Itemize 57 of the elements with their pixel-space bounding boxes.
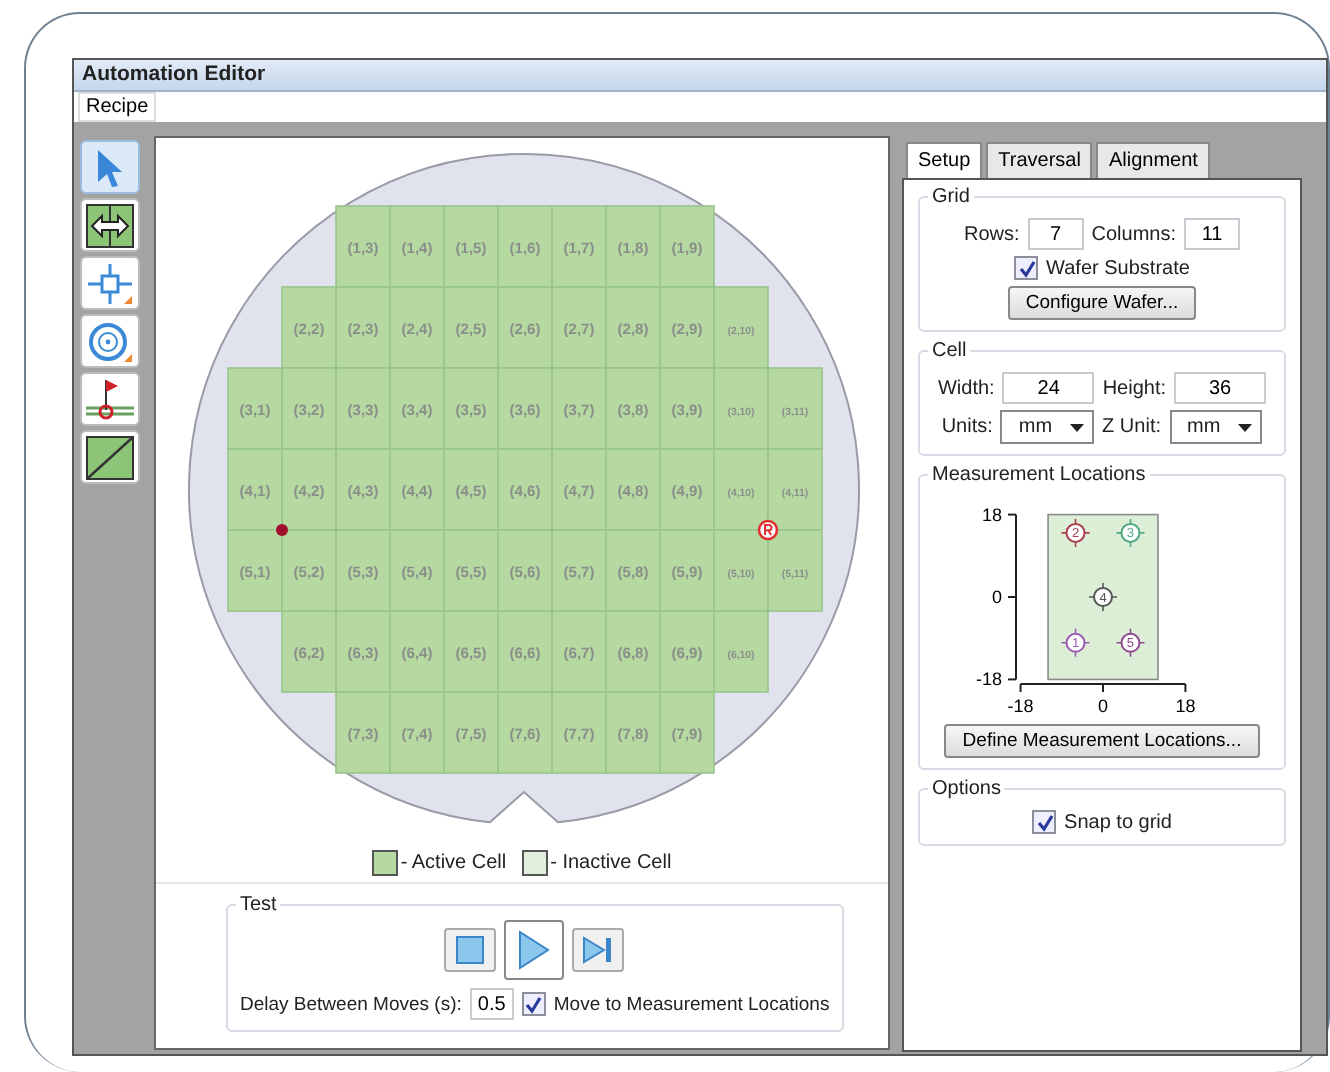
group-title: Options: [930, 778, 1003, 800]
axis-tick-label: -18: [975, 669, 1002, 690]
delay-label: Delay Between Moves (s):: [240, 993, 462, 1015]
z-unit-label: Z Unit:: [1102, 416, 1161, 438]
units-dropdown[interactable]: mm: [1000, 410, 1095, 444]
crosshair-icon: [86, 261, 134, 305]
play-icon: [518, 930, 551, 970]
delay-field[interactable]: 0.5: [469, 988, 514, 1020]
diagonal-icon: [86, 435, 134, 479]
checkbox[interactable]: [1014, 256, 1039, 280]
playback-button[interactable]: [572, 928, 625, 972]
columns-field[interactable]: 11: [1184, 218, 1241, 250]
z-unit-dropdown[interactable]: mm: [1169, 410, 1263, 444]
window-title: Automation Editor: [82, 62, 266, 86]
checkbox-label: Wafer Substrate: [1046, 257, 1190, 279]
columns-label: Columns:: [1091, 223, 1177, 245]
axis-tick-label: -18: [1007, 696, 1034, 716]
rows-field[interactable]: 7: [1027, 218, 1084, 250]
height-field[interactable]: 36: [1174, 372, 1267, 404]
checkbox-label: Snap to grid: [1064, 811, 1172, 833]
axis-tick-label: 0: [1098, 696, 1108, 716]
reference-marker-icon: [757, 519, 779, 541]
menu-item[interactable]: Recipe: [78, 92, 157, 122]
checkbox[interactable]: [1032, 810, 1057, 834]
step-forward-icon: [582, 936, 615, 964]
origin-dot-icon: [276, 524, 288, 536]
caret-icon: [1070, 423, 1085, 431]
stop-icon: [456, 936, 485, 964]
tab[interactable]: Alignment: [1096, 142, 1210, 178]
height-label: Height:: [1102, 377, 1167, 399]
checkbox-label: Move to Measurement Locations: [553, 993, 830, 1015]
tool-button[interactable]: [80, 430, 140, 484]
tab[interactable]: Traversal: [986, 142, 1093, 178]
tool-button[interactable]: [80, 198, 140, 252]
axis-tick-label: 0: [991, 587, 1002, 607]
caret-icon: [1238, 423, 1253, 431]
legend-label: - Active Cell: [400, 851, 507, 873]
units-label: Units:: [941, 416, 993, 438]
axis-tick-label: 18: [1175, 696, 1196, 716]
configure-wafer-button[interactable]: Configure Wafer...: [1007, 286, 1197, 320]
group-title: Test: [238, 894, 279, 916]
pointer-icon: [96, 147, 124, 187]
checkbox[interactable]: [521, 992, 546, 1016]
group-title: Grid: [930, 186, 972, 208]
tab[interactable]: Setup: [906, 142, 983, 178]
flag-icon: [86, 377, 134, 421]
group-title: Measurement Locations: [930, 464, 1148, 486]
playback-button[interactable]: [444, 928, 497, 972]
axis-tick-label: 18: [981, 504, 1002, 525]
define-locations-button[interactable]: Define Measurement Locations...: [944, 724, 1260, 758]
rows-label: Rows:: [963, 223, 1020, 245]
width-field[interactable]: 24: [1002, 372, 1095, 404]
legend-label: - Inactive Cell: [550, 851, 672, 873]
width-label: Width:: [937, 377, 995, 399]
target-icon: [86, 319, 134, 363]
playback-button[interactable]: [504, 920, 565, 980]
group-title: Cell: [930, 340, 969, 362]
